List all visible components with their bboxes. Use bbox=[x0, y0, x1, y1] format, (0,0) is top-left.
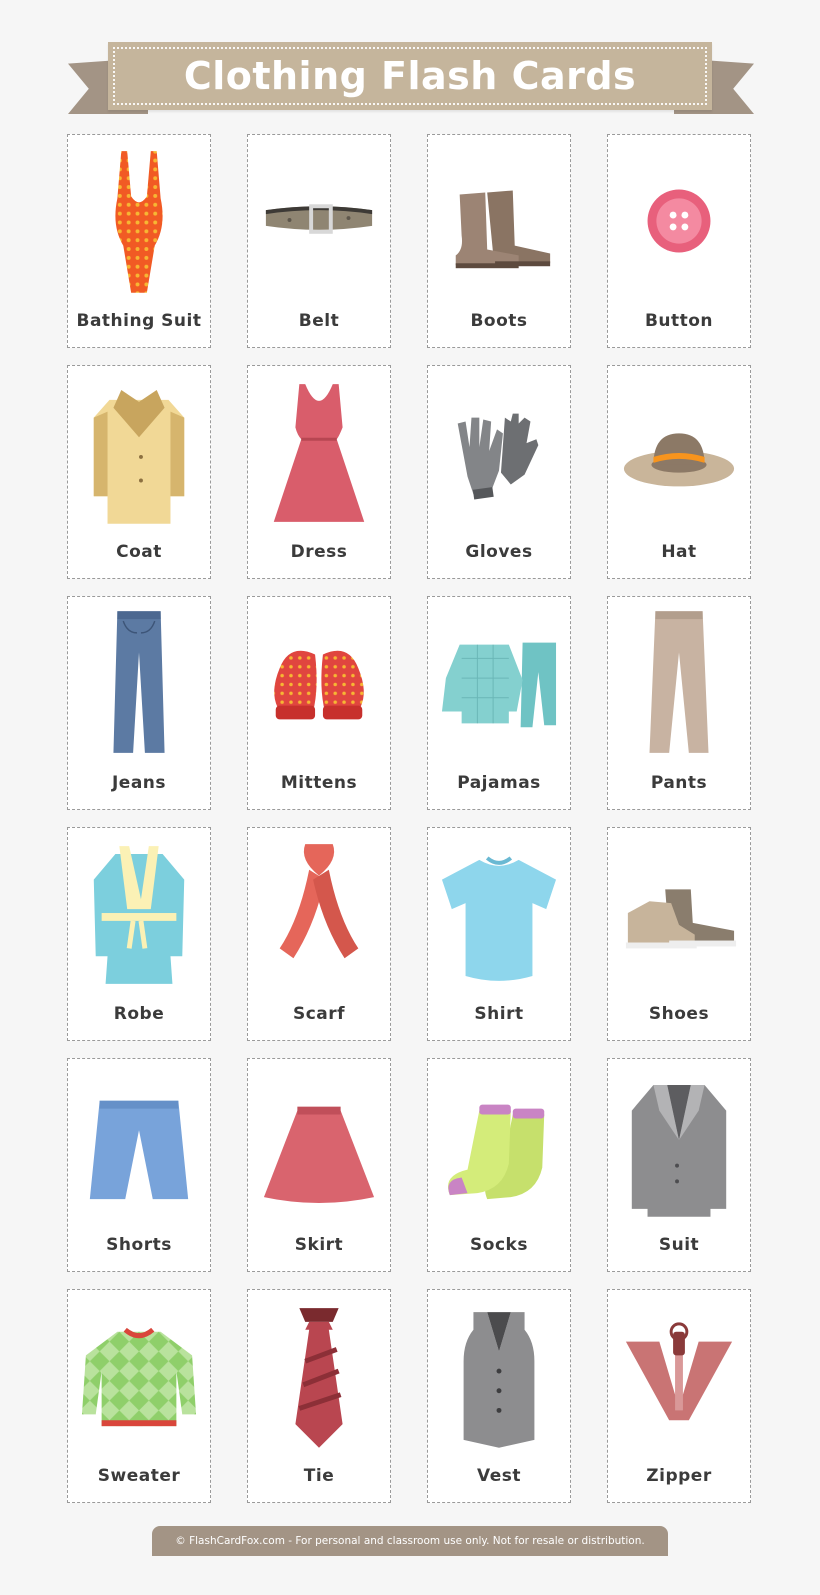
bathing-suit-icon bbox=[68, 143, 210, 299]
flash-card-dress[interactable]: Dress bbox=[247, 365, 391, 579]
flash-card-bathing-suit[interactable]: Bathing Suit bbox=[67, 134, 211, 348]
card-label: Shirt bbox=[474, 1004, 524, 1024]
flash-card-button[interactable]: Button bbox=[607, 134, 751, 348]
flash-card-robe[interactable]: Robe bbox=[67, 827, 211, 1041]
card-label: Suit bbox=[658, 1235, 700, 1255]
card-label: Shoes bbox=[648, 1004, 710, 1024]
footer-text: © FlashCardFox.com - For personal and cl… bbox=[175, 1535, 645, 1547]
sweater-icon bbox=[68, 1298, 210, 1454]
button-icon bbox=[608, 143, 750, 299]
flash-card-skirt[interactable]: Skirt bbox=[247, 1058, 391, 1272]
card-label: Scarf bbox=[292, 1004, 346, 1024]
card-label: Pajamas bbox=[457, 773, 541, 793]
flash-card-belt[interactable]: Belt bbox=[247, 134, 391, 348]
page-title: Clothing Flash Cards bbox=[183, 54, 637, 98]
pajamas-icon bbox=[428, 605, 570, 761]
flash-card-pajamas[interactable]: Pajamas bbox=[427, 596, 571, 810]
card-label: Socks bbox=[470, 1235, 528, 1255]
card-label: Zipper bbox=[646, 1466, 712, 1486]
flash-card-shorts[interactable]: Shorts bbox=[67, 1058, 211, 1272]
card-label: Vest bbox=[476, 1466, 521, 1486]
shoes-icon bbox=[608, 836, 750, 992]
card-label: Dress bbox=[290, 542, 348, 562]
flash-card-grid: Bathing Suit Belt Boots Button Coat Dres… bbox=[67, 134, 751, 1503]
skirt-icon bbox=[248, 1067, 390, 1223]
card-label: Shorts bbox=[106, 1235, 172, 1255]
flash-card-boots[interactable]: Boots bbox=[427, 134, 571, 348]
flash-card-scarf[interactable]: Scarf bbox=[247, 827, 391, 1041]
vest-icon bbox=[428, 1298, 570, 1454]
flash-card-jeans[interactable]: Jeans bbox=[67, 596, 211, 810]
jeans-icon bbox=[68, 605, 210, 761]
flash-card-sweater[interactable]: Sweater bbox=[67, 1289, 211, 1503]
shorts-icon bbox=[68, 1067, 210, 1223]
card-label: Bathing Suit bbox=[76, 311, 202, 331]
pants-icon bbox=[608, 605, 750, 761]
card-label: Belt bbox=[298, 311, 340, 331]
card-label: Button bbox=[644, 311, 714, 331]
flash-card-gloves[interactable]: Gloves bbox=[427, 365, 571, 579]
belt-icon bbox=[248, 143, 390, 299]
card-label: Boots bbox=[470, 311, 528, 331]
card-label: Pants bbox=[650, 773, 708, 793]
dress-icon bbox=[248, 374, 390, 530]
banner-ribbon: Clothing Flash Cards bbox=[108, 42, 712, 110]
flash-card-socks[interactable]: Socks bbox=[427, 1058, 571, 1272]
flash-card-mittens[interactable]: Mittens bbox=[247, 596, 391, 810]
footer-copyright: © FlashCardFox.com - For personal and cl… bbox=[152, 1526, 668, 1556]
flash-card-shoes[interactable]: Shoes bbox=[607, 827, 751, 1041]
zipper-icon bbox=[608, 1298, 750, 1454]
flash-card-zipper[interactable]: Zipper bbox=[607, 1289, 751, 1503]
title-banner: Clothing Flash Cards bbox=[0, 0, 820, 130]
coat-icon bbox=[68, 374, 210, 530]
shirt-icon bbox=[428, 836, 570, 992]
flash-card-suit[interactable]: Suit bbox=[607, 1058, 751, 1272]
card-label: Skirt bbox=[294, 1235, 344, 1255]
flash-card-tie[interactable]: Tie bbox=[247, 1289, 391, 1503]
card-label: Mittens bbox=[280, 773, 358, 793]
flash-card-shirt[interactable]: Shirt bbox=[427, 827, 571, 1041]
card-label: Sweater bbox=[97, 1466, 181, 1486]
flash-card-coat[interactable]: Coat bbox=[67, 365, 211, 579]
tie-icon bbox=[248, 1298, 390, 1454]
socks-icon bbox=[428, 1067, 570, 1223]
mittens-icon bbox=[248, 605, 390, 761]
gloves-icon bbox=[428, 374, 570, 530]
boots-icon bbox=[428, 143, 570, 299]
hat-icon bbox=[608, 374, 750, 530]
robe-icon bbox=[68, 836, 210, 992]
flash-card-pants[interactable]: Pants bbox=[607, 596, 751, 810]
card-label: Robe bbox=[113, 1004, 165, 1024]
card-label: Gloves bbox=[465, 542, 533, 562]
scarf-icon bbox=[248, 836, 390, 992]
card-label: Hat bbox=[661, 542, 697, 562]
card-label: Jeans bbox=[111, 773, 167, 793]
flash-card-vest[interactable]: Vest bbox=[427, 1289, 571, 1503]
card-label: Coat bbox=[116, 542, 162, 562]
card-label: Tie bbox=[303, 1466, 335, 1486]
flash-card-hat[interactable]: Hat bbox=[607, 365, 751, 579]
suit-icon bbox=[608, 1067, 750, 1223]
